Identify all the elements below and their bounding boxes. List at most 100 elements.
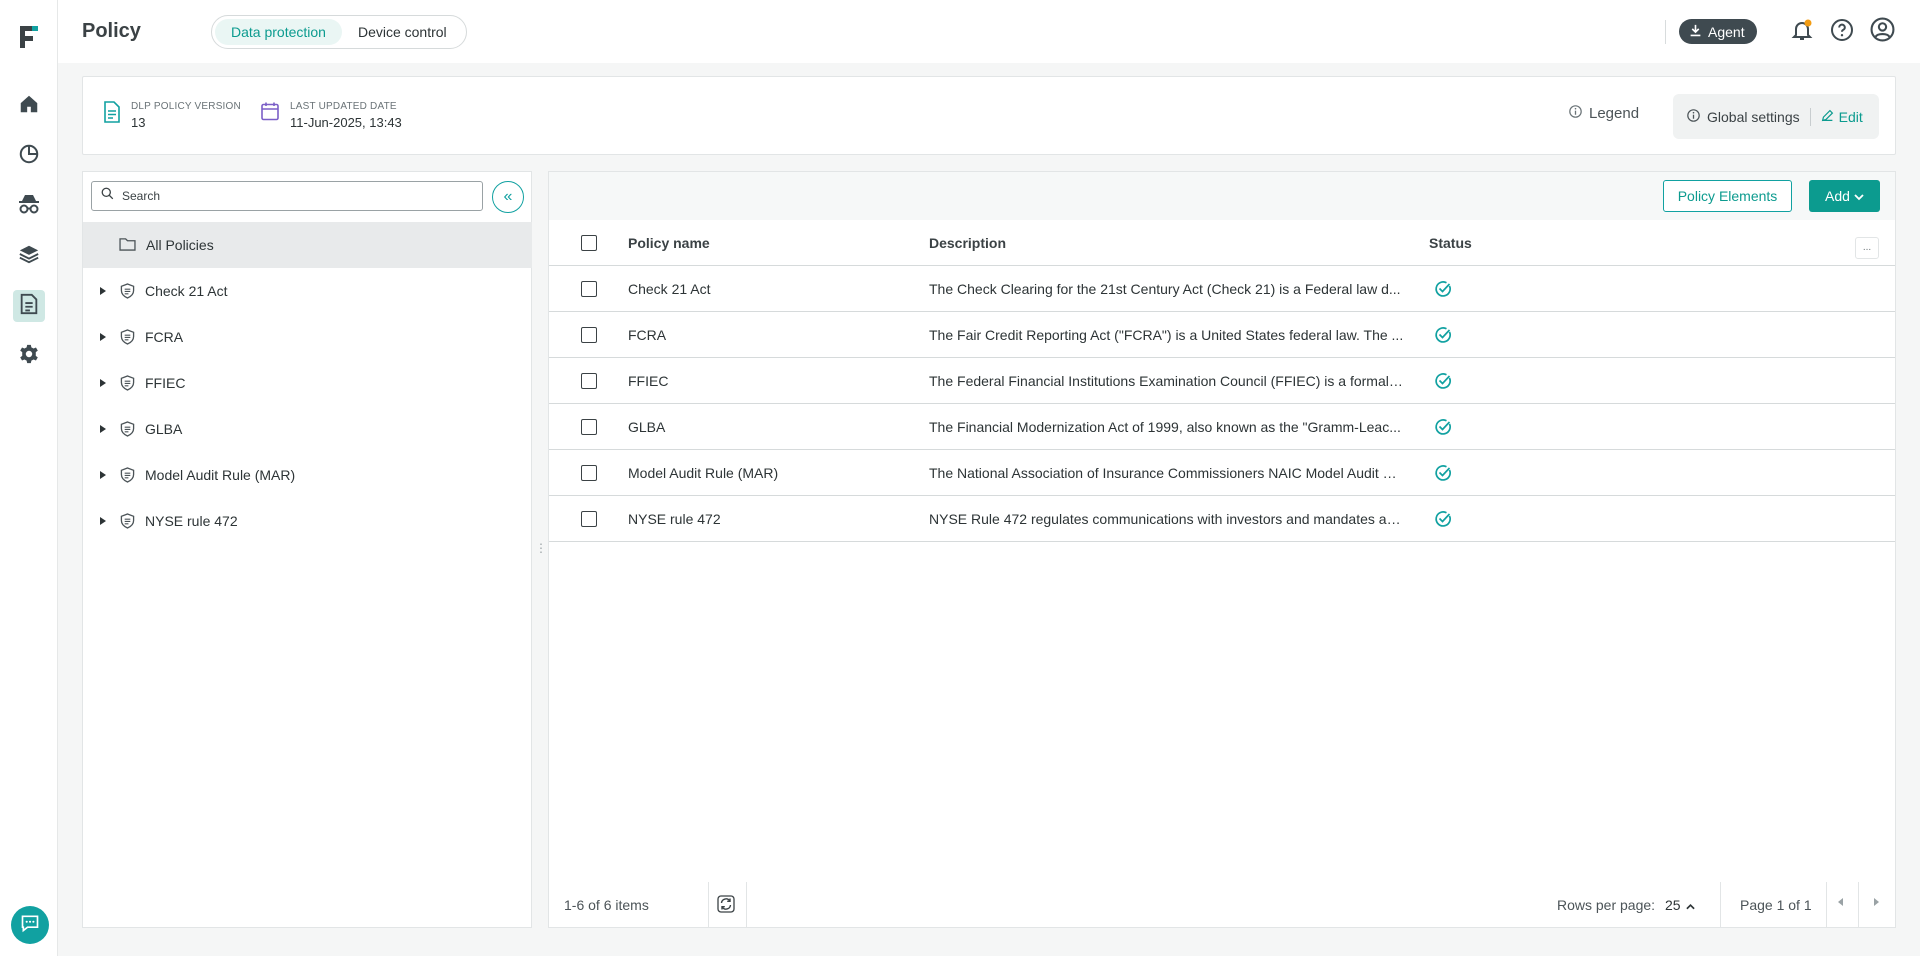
description-cell: The Check Clearing for the 21st Century … — [929, 281, 1401, 297]
page-indicator: Page 1 of 1 — [1740, 897, 1812, 913]
expand-caret-icon[interactable] — [100, 379, 106, 387]
tree-item-glba[interactable]: GLBA — [83, 406, 532, 452]
expand-caret-icon[interactable] — [100, 333, 106, 341]
policy-info-bar: DLP POLICY VERSION 13 LAST UPDATED DATE … — [82, 76, 1896, 155]
tab-data-protection[interactable]: Data protection — [215, 19, 342, 45]
column-options-button[interactable]: ... — [1855, 237, 1879, 259]
next-page-button[interactable] — [1874, 898, 1879, 906]
refresh-button[interactable] — [717, 895, 735, 918]
user-avatar-button[interactable] — [1868, 17, 1896, 46]
tree-item-nyse472[interactable]: NYSE rule 472 — [83, 498, 532, 544]
policy-name-cell[interactable]: Model Audit Rule (MAR) — [628, 465, 778, 481]
rows-per-page-select[interactable]: 25 — [1665, 897, 1695, 913]
select-all-checkbox[interactable] — [581, 235, 597, 251]
divider — [746, 882, 747, 928]
table-row[interactable]: Check 21 Act The Check Clearing for the … — [549, 266, 1895, 312]
table-row[interactable]: NYSE rule 472 NYSE Rule 472 regulates co… — [549, 496, 1895, 542]
policy-elements-button[interactable]: Policy Elements — [1663, 180, 1792, 212]
rows-per-page-value: 25 — [1665, 897, 1681, 913]
row-checkbox[interactable] — [581, 373, 597, 389]
tree-item-label: Model Audit Rule (MAR) — [145, 467, 296, 483]
tree-item-mar[interactable]: Model Audit Rule (MAR) — [83, 452, 532, 498]
column-header-status[interactable]: Status — [1429, 235, 1472, 251]
table-row[interactable]: FCRA The Fair Credit Reporting Act ("FCR… — [549, 312, 1895, 358]
table-header: Policy name Description Status ... — [549, 220, 1895, 266]
previous-page-button[interactable] — [1838, 898, 1843, 906]
column-header-description[interactable]: Description — [929, 235, 1006, 251]
help-button[interactable] — [1828, 18, 1856, 46]
tree-search-field[interactable] — [91, 181, 483, 211]
tab-device-control[interactable]: Device control — [342, 19, 463, 45]
refresh-icon — [717, 895, 735, 917]
tree-item-check21[interactable]: Check 21 Act — [83, 268, 532, 314]
global-settings-box: Global settings Edit — [1673, 94, 1879, 139]
nav-settings[interactable] — [13, 340, 45, 372]
chat-button[interactable] — [11, 906, 49, 944]
notifications-button[interactable] — [1788, 18, 1816, 46]
tree-item-all-policies[interactable]: All Policies — [83, 222, 532, 268]
policy-name-cell[interactable]: GLBA — [628, 419, 665, 435]
expand-caret-icon[interactable] — [100, 287, 106, 295]
tree-item-fcra[interactable]: FCRA — [83, 314, 532, 360]
pie-chart-icon — [18, 143, 40, 170]
policy-name-cell[interactable]: NYSE rule 472 — [628, 511, 721, 527]
policy-name-cell[interactable]: FCRA — [628, 327, 666, 343]
tree-item-ffiec[interactable]: FFIEC — [83, 360, 532, 406]
calendar-icon — [260, 101, 280, 126]
description-cell: The Federal Financial Institutions Exami… — [929, 373, 1404, 389]
download-icon — [1689, 24, 1702, 40]
status-enabled-icon — [1434, 464, 1452, 487]
row-checkbox[interactable] — [581, 465, 597, 481]
table-row[interactable]: FFIEC The Federal Financial Institutions… — [549, 358, 1895, 404]
row-checkbox[interactable] — [581, 281, 597, 297]
tree-item-label: NYSE rule 472 — [145, 513, 238, 529]
search-icon — [101, 187, 114, 205]
expand-caret-icon[interactable] — [100, 517, 106, 525]
row-checkbox[interactable] — [581, 419, 597, 435]
status-enabled-icon — [1434, 372, 1452, 395]
nav-home[interactable] — [13, 90, 45, 122]
nav-incidents[interactable] — [13, 190, 45, 222]
last-updated-label: LAST UPDATED DATE — [290, 101, 397, 112]
row-checkbox[interactable] — [581, 511, 597, 527]
shield-icon — [120, 421, 135, 437]
table-row[interactable]: GLBA The Financial Modernization Act of … — [549, 404, 1895, 450]
nav-policy[interactable] — [13, 290, 45, 322]
nav-dashboard[interactable] — [13, 140, 45, 172]
shield-icon — [120, 467, 135, 483]
edit-button[interactable]: Edit — [1821, 109, 1863, 125]
tree-item-label: Check 21 Act — [145, 283, 228, 299]
app-logo[interactable] — [18, 24, 40, 50]
divider — [1720, 882, 1721, 928]
tree-item-label: GLBA — [145, 421, 183, 437]
policy-name-cell[interactable]: Check 21 Act — [628, 281, 711, 297]
policy-name-cell[interactable]: FFIEC — [628, 373, 668, 389]
table-row[interactable]: Model Audit Rule (MAR) The National Asso… — [549, 450, 1895, 496]
layers-icon — [18, 243, 40, 270]
global-settings-button[interactable]: Global settings — [1673, 109, 1800, 125]
divider — [1826, 882, 1827, 928]
legend-button[interactable]: Legend — [1569, 105, 1639, 122]
policy-version-label: DLP POLICY VERSION — [131, 101, 241, 112]
table-toolbar: Policy Elements Add — [549, 172, 1895, 220]
status-enabled-icon — [1434, 326, 1452, 349]
row-checkbox[interactable] — [581, 327, 597, 343]
left-nav-rail — [0, 0, 58, 956]
shield-icon — [120, 375, 135, 391]
legend-label: Legend — [1589, 105, 1640, 122]
policy-table-panel: Policy Elements Add Policy name Descript… — [548, 171, 1896, 928]
policy-document-icon — [19, 293, 39, 320]
expand-caret-icon[interactable] — [100, 425, 106, 433]
add-button[interactable]: Add — [1809, 180, 1880, 212]
search-input[interactable] — [122, 189, 462, 203]
nav-layers[interactable] — [13, 240, 45, 272]
divider — [1809, 107, 1811, 126]
expand-caret-icon[interactable] — [100, 471, 106, 479]
global-settings-label: Global settings — [1707, 108, 1800, 125]
top-header: Policy Data protection Device control — [58, 0, 1920, 63]
description-cell: NYSE Rule 472 regulates communications w… — [929, 511, 1404, 527]
column-header-policy-name[interactable]: Policy name — [628, 235, 710, 251]
shield-icon — [120, 329, 135, 345]
collapse-panel-button[interactable]: « — [492, 181, 524, 213]
agent-download-button[interactable]: Agent — [1679, 19, 1757, 44]
